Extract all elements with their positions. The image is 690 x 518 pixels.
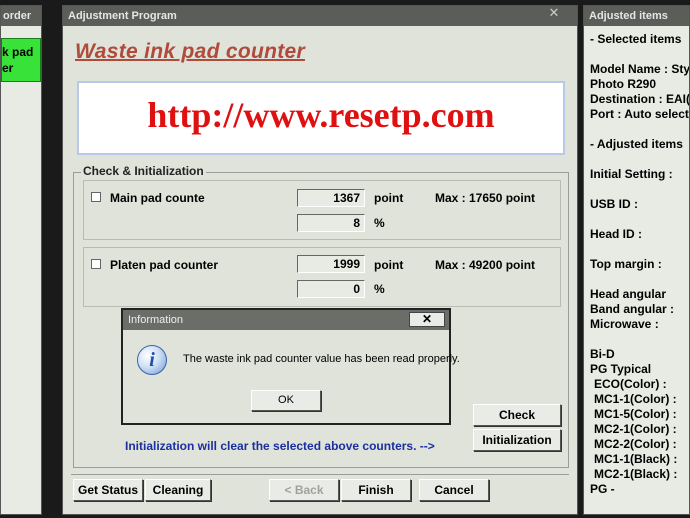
dialog-message: The waste ink pad counter value has been… [183,353,460,365]
dialog-title: Information [123,310,449,330]
main-pad-percent-unit: % [374,216,385,230]
adjusted-item-line: MC2-1(Color) : [594,422,677,436]
adjusted-item-line: Port : Auto select [590,107,689,121]
adjusted-item-line: Head angular [590,287,667,301]
bottom-divider [71,474,569,475]
green-button-line1: k pad [2,45,34,59]
platen-pad-percent: 0 [297,280,365,298]
main-pad-unit: point [374,191,404,205]
dialog-close-icon[interactable]: ✕ [409,312,445,327]
adjusted-item-line [590,182,689,197]
adjusted-item-line: Bi-D [590,347,615,361]
main-pad-checkbox[interactable] [91,192,101,202]
adjusted-item-line [590,332,689,347]
right-window-title: Adjusted items [584,6,689,26]
get-status-button[interactable]: Get Status [73,479,143,501]
adjusted-item-line: Top margin : [590,257,662,271]
adjusted-item-line: ECO(Color) : [594,377,667,391]
adjusted-item-line: MC1-1(Black) : [594,452,678,466]
information-dialog: Information ✕ i The waste ink pad counte… [121,308,460,425]
adjusted-item-line [590,242,689,257]
adjusted-item-line [590,212,689,227]
adjusted-item-line: MC2-2(Color) : [594,437,677,451]
adjusted-item-line [590,122,689,137]
adjusted-item-line: Head ID : [590,227,643,241]
main-window-close-icon[interactable]: ✕ [539,6,569,20]
main-pad-label: Main pad counte [110,191,205,205]
platen-pad-percent-unit: % [374,282,385,296]
green-button-line2: er [2,61,14,75]
adjusted-item-line: USB ID : [590,197,638,211]
adjusted-item-line: - Selected items [590,32,682,46]
main-pad-value: 1367 [297,189,365,207]
adjusted-item-line: Destination : EAI( [590,92,690,106]
platen-pad-unit: point [374,258,404,272]
adjusted-items-list: - Selected items Model Name : Sty Photo R2… [590,32,690,497]
adjusted-item-line: Photo R290 [590,77,657,91]
adjusted-item-line: - Adjusted items [590,137,683,151]
check-button[interactable]: Check [473,404,561,426]
main-pad-percent: 8 [297,214,365,232]
adjusted-item-line: Microwave : [590,317,659,331]
initialization-note: Initialization will clear the selected a… [125,439,435,453]
adjusted-item-line [590,272,689,287]
ok-button[interactable]: OK [251,390,321,411]
page-title: Waste ink pad counter [75,40,305,63]
adjusted-item-line: MC2-1(Black) : [594,467,678,481]
initialization-button[interactable]: Initialization [473,429,561,451]
left-window-title: order [1,6,41,26]
adjusted-item-line: Band angular : [590,302,675,316]
adjusted-item-line [590,47,689,62]
platen-pad-checkbox[interactable] [91,259,101,269]
info-icon: i [137,345,167,375]
adjusted-item-line: PG Typical [590,362,652,376]
finish-button[interactable]: Finish [341,479,411,501]
main-window-title: Adjustment Program [63,6,577,26]
adjusted-items-window: Adjusted items - Selected items Model Nam… [583,5,690,515]
adjustment-program-window: Adjustment Program ✕ Waste ink pad count… [62,5,578,515]
adjusted-item-line: MC1-5(Color) : [594,407,677,421]
cancel-button[interactable]: Cancel [419,479,489,501]
adjusted-item-line: Initial Setting : [590,167,673,181]
banner-url: http://www.resetp.com [77,81,565,155]
main-pad-max: Max : 17650 point [435,191,536,205]
cleaning-button[interactable]: Cleaning [145,479,211,501]
platen-pad-label: Platen pad counter [110,258,219,272]
adjusted-item-line: MC1-1(Color) : [594,392,677,406]
adjusted-item-line: PG - [590,482,615,496]
platen-pad-max: Max : 49200 point [435,258,536,272]
group-title: Check & Initialization [81,164,206,178]
platen-pad-value: 1999 [297,255,365,273]
left-window: order k pad er [0,5,42,515]
adjusted-item-line: Model Name : Sty [590,62,690,76]
waste-ink-pad-counter-button[interactable]: k pad er [1,38,41,82]
adjusted-item-line [590,152,689,167]
back-button[interactable]: < Back [269,479,339,501]
